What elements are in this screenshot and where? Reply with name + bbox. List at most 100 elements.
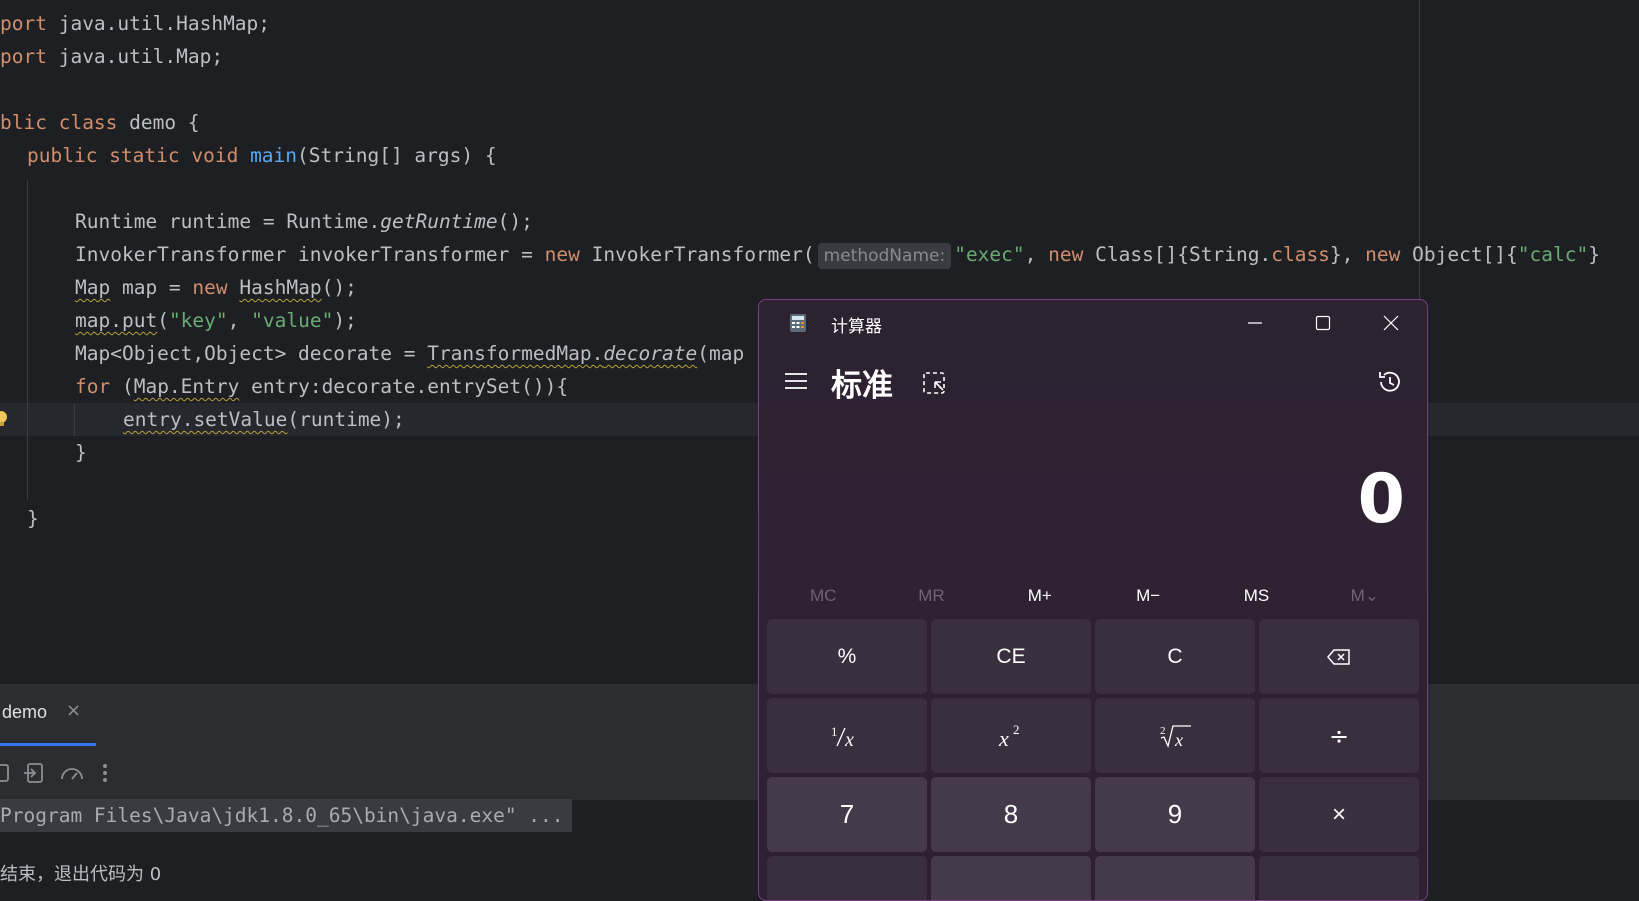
- close-button[interactable]: [1357, 300, 1425, 346]
- menu-icon[interactable]: [783, 370, 809, 392]
- tab-label: demo: [2, 702, 48, 722]
- code-line-13[interactable]: entry.setValue(runtime);: [123, 403, 405, 436]
- memory-list-button[interactable]: M⌄: [1311, 574, 1419, 618]
- code-text: java.util.HashMap;: [46, 12, 271, 35]
- console-command-line[interactable]: Program Files\Java\jdk1.8.0_65\bin\java.…: [0, 799, 572, 832]
- memory-recall-button[interactable]: MR: [877, 574, 985, 618]
- close-icon: [1383, 315, 1399, 331]
- memory-subtract-button[interactable]: M−: [1094, 574, 1202, 618]
- code-line-16[interactable]: }: [27, 502, 39, 535]
- parameter-hint: methodName:: [817, 243, 952, 269]
- keyword: blic: [0, 111, 47, 134]
- code-line-8[interactable]: InvokerTransformer invokerTransformer = …: [75, 238, 1600, 271]
- code-text: ,: [227, 309, 252, 332]
- clear-button[interactable]: C: [1095, 619, 1255, 694]
- calc-key[interactable]: [931, 856, 1091, 900]
- code-line-12[interactable]: for (Map.Entry entry:decorate.entrySet()…: [75, 370, 568, 403]
- clear-entry-button[interactable]: CE: [931, 619, 1091, 694]
- keyword: public static void: [27, 144, 251, 167]
- square-icon: x 2: [998, 722, 1020, 750]
- console-exit-line: 结束，退出代码为 0: [0, 864, 162, 885]
- code-text: }: [27, 507, 39, 530]
- square-root-button[interactable]: 2 x: [1095, 698, 1255, 773]
- warning-text: Map: [75, 276, 111, 299]
- code-text: (: [110, 375, 134, 398]
- code-line-5[interactable]: public static void main(String[] args) {: [27, 139, 497, 172]
- warning-text: Map.Entry: [133, 375, 240, 398]
- code-text: ();: [321, 276, 357, 299]
- digit-9-button[interactable]: 9: [1095, 777, 1255, 852]
- code-text: InvokerTransformer(: [579, 243, 815, 266]
- code-line-1[interactable]: port java.util.HashMap;: [0, 7, 270, 40]
- string-literal: "value": [251, 309, 334, 332]
- backspace-button[interactable]: [1259, 619, 1419, 694]
- calc-key[interactable]: [1259, 856, 1419, 900]
- keyword: for: [75, 375, 111, 398]
- minimize-button[interactable]: [1221, 300, 1289, 346]
- code-line-2[interactable]: port java.util.Map;: [0, 40, 223, 73]
- divide-button[interactable]: ÷: [1259, 698, 1419, 773]
- maximize-icon: [1315, 315, 1331, 331]
- square-button[interactable]: x 2: [931, 698, 1091, 773]
- code-text: Map<Object,Object> decorate =: [75, 342, 428, 365]
- code-text: Runtime runtime = Runtime.: [75, 210, 381, 233]
- reciprocal-button[interactable]: 1 x: [767, 698, 927, 773]
- keyword: new: [1048, 243, 1084, 266]
- square-root-icon: 2 x: [1160, 725, 1191, 750]
- calculator-titlebar[interactable]: 计算器: [759, 300, 1427, 346]
- svg-text:x: x: [844, 729, 854, 750]
- memory-add-button[interactable]: M+: [986, 574, 1094, 618]
- code-text: ,: [1024, 243, 1049, 266]
- code-line-7[interactable]: Runtime runtime = Runtime.getRuntime();: [75, 205, 533, 238]
- code-line-4[interactable]: blic class demo {: [0, 106, 200, 139]
- stop-icon[interactable]: [0, 761, 12, 785]
- tab-demo[interactable]: demo ×: [0, 684, 96, 746]
- keyword: port: [0, 12, 47, 35]
- code-text: );: [333, 309, 357, 332]
- percent-button[interactable]: %: [767, 619, 927, 694]
- code-line-10[interactable]: map.put("key", "value");: [75, 304, 357, 337]
- multiply-button[interactable]: ×: [1259, 777, 1419, 852]
- code-line-14[interactable]: }: [75, 436, 87, 469]
- calc-key[interactable]: [1095, 856, 1255, 900]
- maximize-button[interactable]: [1289, 300, 1357, 346]
- keyword: new: [544, 243, 580, 266]
- code-text: Class[]{String.: [1083, 243, 1272, 266]
- code-text: map =: [110, 276, 193, 299]
- profiler-icon[interactable]: [59, 761, 85, 785]
- more-options-icon[interactable]: [98, 761, 112, 785]
- svg-text:1: 1: [831, 724, 838, 739]
- divide-icon: ÷: [1328, 721, 1350, 750]
- string-literal: "exec": [954, 243, 1025, 266]
- svg-text:x: x: [1174, 730, 1183, 750]
- calculator-window[interactable]: 计算器 标准 0 MC MR M+ M− MS M⌄ % CE C 1 x x …: [758, 299, 1428, 901]
- digit-7-button[interactable]: 7: [767, 777, 927, 852]
- string-literal: "calc": [1517, 243, 1589, 266]
- indent-guide: [27, 180, 28, 500]
- code-text: java.util.Map;: [46, 45, 224, 68]
- code-text: entry:decorate.entrySet()){: [239, 375, 569, 398]
- keyword: class: [46, 111, 118, 134]
- digit-8-button[interactable]: 8: [931, 777, 1091, 852]
- calc-key[interactable]: [767, 856, 927, 900]
- code-text: (runtime);: [287, 408, 405, 431]
- restore-layout-icon[interactable]: [22, 761, 46, 785]
- calculator-app-icon: [790, 314, 806, 332]
- warning-text: TransformedMap.: [427, 342, 604, 365]
- string-literal: "key": [168, 309, 228, 332]
- svg-text:2: 2: [1013, 722, 1020, 737]
- keep-on-top-icon[interactable]: [921, 370, 947, 396]
- mode-title: 标准: [831, 368, 893, 404]
- history-icon[interactable]: [1376, 368, 1404, 396]
- memory-clear-button[interactable]: MC: [769, 574, 877, 618]
- code-line-9[interactable]: Map map = new HashMap();: [75, 271, 357, 304]
- memory-store-button[interactable]: MS: [1202, 574, 1310, 618]
- indent-guide: [74, 404, 75, 436]
- keyword: port: [0, 45, 47, 68]
- keyword: class: [1271, 243, 1330, 266]
- code-line-11[interactable]: Map<Object,Object> decorate = Transforme…: [75, 337, 744, 370]
- warning-text: entry.setValue: [123, 408, 288, 431]
- close-icon[interactable]: ×: [66, 700, 81, 721]
- lightbulb-icon[interactable]: [0, 410, 8, 428]
